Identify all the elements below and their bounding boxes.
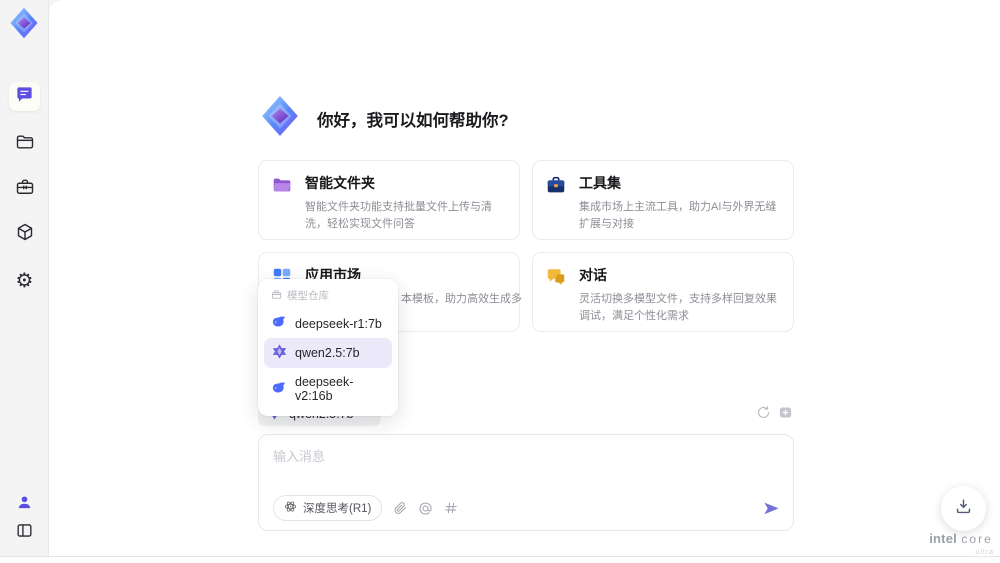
cube-icon xyxy=(15,222,35,247)
chat-bubble-icon xyxy=(15,85,34,109)
model-option-deepseek-r1[interactable]: deepseek-r1:7b xyxy=(264,310,392,337)
repo-box-icon xyxy=(271,289,282,303)
hash-icon[interactable] xyxy=(444,501,458,515)
card-desc: 集成市场上主流工具，助力AI与外界无缝扩展与对接 xyxy=(579,201,777,231)
sidebar-item-toolset[interactable] xyxy=(9,175,40,204)
history-icon[interactable] xyxy=(756,405,771,420)
model-option-label: qwen2.5:7b xyxy=(295,346,360,360)
download-button[interactable] xyxy=(941,486,986,531)
model-dropdown-header-label: 模型仓库 xyxy=(287,290,329,302)
window-bottom-edge xyxy=(0,556,1000,563)
new-chat-icon[interactable] xyxy=(778,405,793,420)
greeting-block: 你好，我可以如何帮助你? xyxy=(259,95,509,142)
sidebar-item-apps[interactable] xyxy=(9,220,40,249)
card-title: 工具集 xyxy=(579,175,621,191)
deepseek-whale-icon xyxy=(272,381,287,397)
sidebar-item-panel-toggle[interactable] xyxy=(9,518,40,547)
dialog-icon xyxy=(545,265,569,319)
message-composer: 深度思考(R1) xyxy=(258,434,794,531)
card-desc: 智能文件夹功能支持批量文件上传与清洗，轻松实现文件问答 xyxy=(305,201,492,231)
toolset-icon xyxy=(545,173,569,227)
model-option-label: deepseek-v2:16b xyxy=(295,375,354,403)
sidebar: ⚙ xyxy=(0,0,49,563)
message-input[interactable] xyxy=(273,446,773,488)
model-option-deepseek-v2[interactable]: deepseek-v2:16b xyxy=(264,369,392,409)
model-dropdown-header: 模型仓库 xyxy=(264,286,392,309)
sidebar-item-folders[interactable] xyxy=(9,130,40,159)
card-title: 对话 xyxy=(579,267,607,283)
model-option-label: deepseek-r1:7b xyxy=(295,316,382,331)
intel-core-badge: intel core ultra xyxy=(922,531,1000,556)
briefcase-icon xyxy=(15,177,35,202)
card-desc: 灵活切换多模型文件，支持多样回复效果调试，满足个性化需求 xyxy=(579,293,777,323)
card-title: 智能文件夹 xyxy=(305,175,375,191)
smart-folder-icon xyxy=(271,173,295,227)
sidebar-item-user[interactable] xyxy=(9,490,40,519)
sidebar-item-settings[interactable]: ⚙ xyxy=(9,265,40,294)
gear-icon: ⚙ xyxy=(15,267,34,292)
card-dialog[interactable]: 对话 灵活切换多模型文件，支持多样回复效果调试，满足个性化需求 xyxy=(532,252,794,332)
folder-icon xyxy=(15,132,35,157)
greeting-text: 你好，我可以如何帮助你? xyxy=(317,111,509,130)
sidebar-item-chat[interactable] xyxy=(9,82,40,111)
ultra-logo-text: ultra xyxy=(975,549,994,556)
greeting-logo-icon xyxy=(259,95,301,142)
composer-toolbar xyxy=(756,405,793,420)
core-logo-text: core xyxy=(961,532,993,546)
intel-logo-text: intel xyxy=(929,531,957,546)
user-icon xyxy=(16,494,33,516)
model-option-qwen[interactable]: qwen2.5:7b xyxy=(264,338,392,368)
panel-icon xyxy=(15,521,34,545)
deepseek-whale-icon xyxy=(272,316,287,331)
card-toolset[interactable]: 工具集 集成市场上主流工具，助力AI与外界无缝扩展与对接 xyxy=(532,160,794,240)
model-dropdown: 模型仓库 deepseek-r1:7b qwen2.5:7b deepseek-… xyxy=(258,279,398,416)
download-icon xyxy=(954,497,973,521)
composer-actions: 深度思考(R1) xyxy=(273,495,781,521)
app-logo-icon[interactable] xyxy=(8,7,40,39)
card-smart-folder[interactable]: 智能文件夹 智能文件夹功能支持批量文件上传与清洗，轻松实现文件问答 xyxy=(258,160,520,240)
qwen-icon xyxy=(272,344,287,362)
send-button[interactable] xyxy=(762,499,781,518)
deep-think-toggle[interactable]: 深度思考(R1) xyxy=(273,495,383,521)
attachment-icon[interactable] xyxy=(393,501,407,515)
mention-at-icon[interactable] xyxy=(418,501,433,516)
deep-think-label: 深度思考(R1) xyxy=(303,503,372,515)
app-window: ⚙ 你好，我可以如何帮助你? 智能文件夹 智能文件夹功能支持批量文件上传与清洗，… xyxy=(0,0,1000,563)
atom-icon xyxy=(284,500,297,516)
